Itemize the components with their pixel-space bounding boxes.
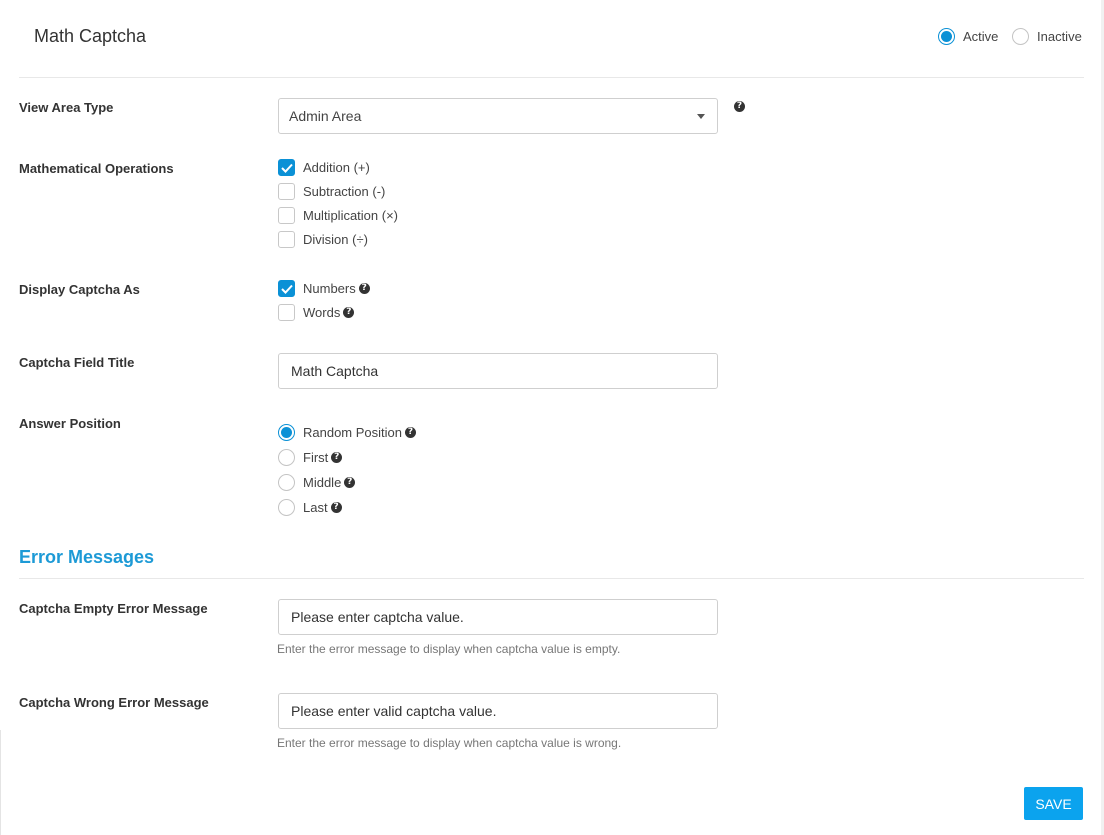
help-icon[interactable]: ? [343, 307, 355, 318]
help-icon[interactable]: ? [734, 101, 745, 112]
help-icon[interactable]: ? [331, 452, 343, 463]
numbers-label: Numbers [303, 281, 356, 296]
words-checkbox[interactable] [278, 304, 295, 321]
first-option[interactable]: First ? [278, 449, 343, 466]
empty-error-label: Captcha Empty Error Message [19, 601, 208, 616]
view-area-selected-value: Admin Area [289, 108, 362, 124]
operations-label: Mathematical Operations [19, 161, 174, 176]
divider [0, 730, 1, 835]
help-icon[interactable]: ? [405, 427, 416, 438]
wrong-error-label: Captcha Wrong Error Message [19, 695, 209, 710]
check-icon [280, 284, 293, 294]
numbers-option[interactable]: Numbers ? [278, 280, 370, 297]
caret-down-icon [697, 113, 705, 119]
field-title-input[interactable] [278, 353, 718, 389]
middle-option[interactable]: Middle ? [278, 474, 356, 491]
subtraction-checkbox[interactable] [278, 183, 295, 200]
empty-error-input[interactable] [278, 599, 718, 635]
numbers-checkbox[interactable] [278, 280, 295, 297]
header-divider [19, 77, 1084, 78]
answer-position-label: Answer Position [19, 416, 121, 431]
settings-page: Math Captcha Active Inactive View Area T… [0, 0, 1104, 835]
words-label: Words [303, 305, 341, 320]
active-label: Active [963, 29, 999, 44]
words-option[interactable]: Words ? [278, 304, 355, 321]
view-area-select[interactable]: Admin Area [278, 98, 718, 134]
wrong-error-input[interactable] [278, 693, 718, 729]
view-area-label: View Area Type [19, 100, 114, 115]
division-option[interactable]: Division (÷) [278, 231, 368, 248]
page-title: Math Captcha [34, 26, 147, 46]
wrong-error-help: Enter the error message to display when … [277, 736, 622, 750]
addition-label: Addition (+) [303, 160, 370, 175]
help-icon[interactable]: ? [330, 502, 342, 513]
addition-checkbox[interactable] [278, 159, 295, 176]
multiplication-checkbox[interactable] [278, 207, 295, 224]
last-label: Last [303, 500, 328, 515]
inactive-radio[interactable] [1012, 28, 1029, 45]
help-icon[interactable]: ? [344, 477, 356, 488]
middle-label: Middle [303, 475, 342, 490]
subtraction-option[interactable]: Subtraction (-) [278, 183, 385, 200]
multiplication-label: Multiplication (×) [303, 208, 399, 223]
active-radio[interactable] [938, 28, 955, 45]
first-radio[interactable] [278, 449, 295, 466]
last-radio[interactable] [278, 499, 295, 516]
check-icon [280, 163, 293, 173]
random-position-radio[interactable] [278, 424, 295, 441]
error-messages-heading: Error Messages [19, 547, 155, 567]
section-divider [19, 578, 1084, 579]
field-title-label: Captcha Field Title [19, 355, 135, 370]
display-as-label: Display Captcha As [19, 282, 140, 297]
save-button[interactable]: SAVE [1024, 787, 1083, 820]
division-checkbox[interactable] [278, 231, 295, 248]
middle-radio[interactable] [278, 474, 295, 491]
first-label: First [303, 450, 329, 465]
random-position-label: Random Position [303, 425, 402, 440]
help-icon[interactable]: ? [358, 283, 370, 294]
empty-error-help: Enter the error message to display when … [277, 642, 621, 656]
status-inactive-option[interactable]: Inactive [1012, 28, 1082, 45]
last-option[interactable]: Last ? [278, 499, 342, 516]
random-position-option[interactable]: Random Position ? [278, 424, 416, 441]
inactive-label: Inactive [1037, 29, 1082, 44]
status-active-option[interactable]: Active [938, 28, 998, 45]
multiplication-option[interactable]: Multiplication (×) [278, 207, 398, 224]
division-label: Division (÷) [303, 232, 368, 247]
addition-option[interactable]: Addition (+) [278, 159, 370, 176]
subtraction-label: Subtraction (-) [303, 184, 386, 199]
